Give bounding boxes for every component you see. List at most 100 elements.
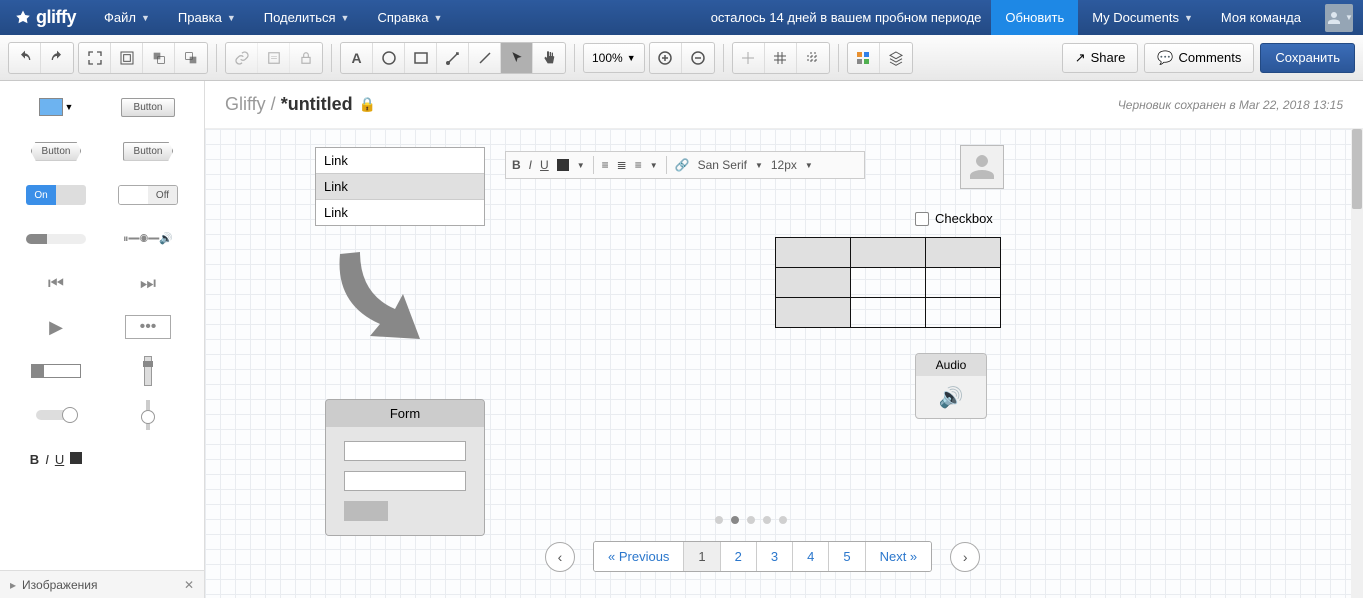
- front-button[interactable]: [143, 43, 175, 73]
- list-item[interactable]: Link: [316, 199, 484, 225]
- zoom-in-button[interactable]: [650, 43, 682, 73]
- canvas[interactable]: Link Link Link B I U ▼ ≡ ≣ ≡▼ 🔗 San Seri…: [205, 129, 1351, 598]
- align-icon[interactable]: ≡: [635, 158, 642, 172]
- shape-skip-back[interactable]: ⏮: [14, 267, 98, 299]
- bold-icon[interactable]: B: [512, 158, 521, 172]
- list-item[interactable]: Link: [316, 148, 484, 173]
- back-button[interactable]: [175, 43, 207, 73]
- shape-table[interactable]: [775, 237, 1001, 328]
- shape-skip-fwd[interactable]: ⏭: [106, 267, 190, 299]
- color-icon[interactable]: [557, 159, 569, 171]
- menu-team[interactable]: Моя команда: [1207, 0, 1315, 35]
- group-button[interactable]: [111, 43, 143, 73]
- form-button[interactable]: [344, 501, 388, 521]
- menu-mydocs[interactable]: My Documents▼: [1078, 0, 1207, 35]
- shape-button-2[interactable]: Button: [14, 135, 98, 167]
- grid-snap-button[interactable]: [733, 43, 765, 73]
- shape-vslider[interactable]: [106, 355, 190, 387]
- sidebar-section-images[interactable]: ▸ Изображения ✕: [0, 570, 204, 598]
- checkbox-box[interactable]: [915, 212, 929, 226]
- pager-page[interactable]: 4: [793, 542, 829, 571]
- shape-text-style[interactable]: BIU: [14, 443, 98, 475]
- user-avatar[interactable]: ▼: [1325, 4, 1353, 32]
- pager-page[interactable]: 2: [721, 542, 757, 571]
- line-tool[interactable]: [469, 43, 501, 73]
- pan-tool[interactable]: [533, 43, 565, 73]
- update-button[interactable]: Обновить: [991, 0, 1078, 35]
- menu-share[interactable]: Поделиться▼: [250, 0, 364, 35]
- vertical-scrollbar[interactable]: [1351, 129, 1363, 598]
- save-button[interactable]: Сохранить: [1260, 43, 1355, 73]
- shape-link-list[interactable]: Link Link Link: [315, 147, 485, 226]
- shape-field[interactable]: [14, 355, 98, 387]
- connector-tool[interactable]: [437, 43, 469, 73]
- size-select[interactable]: 12px: [771, 158, 797, 172]
- shape-carousel-dots[interactable]: [715, 516, 787, 524]
- shape-vslider-2[interactable]: [106, 399, 190, 431]
- shape-avatar[interactable]: [960, 145, 1004, 189]
- shape-button-3[interactable]: Button: [106, 135, 190, 167]
- trial-text: осталось 14 дней в вашем пробном периоде: [701, 10, 992, 25]
- shape-toggle-on[interactable]: On: [14, 179, 98, 211]
- font-select[interactable]: San Serif: [698, 158, 747, 172]
- shape-rtf-toolbar[interactable]: B I U ▼ ≡ ≣ ≡▼ 🔗 San Serif▼ 12px▼: [505, 151, 865, 179]
- undo-button[interactable]: [9, 43, 41, 73]
- guides-button[interactable]: [797, 43, 829, 73]
- shape-progress[interactable]: [14, 223, 98, 255]
- form-input[interactable]: [344, 471, 466, 491]
- theme-button[interactable]: [848, 43, 880, 73]
- shape-color-swatch[interactable]: ▼: [14, 91, 98, 123]
- pager-prev[interactable]: « Previous: [594, 542, 684, 571]
- canvas-wrap: Gliffy / *untitled 🔒 Черновик сохранен в…: [205, 81, 1363, 598]
- shape-slider-media[interactable]: ⏸━◉━🔊: [106, 223, 190, 255]
- zoom-out-button[interactable]: [682, 43, 714, 73]
- ellipse-tool[interactable]: [373, 43, 405, 73]
- comments-button[interactable]: 💬Comments: [1144, 43, 1254, 73]
- menu-help[interactable]: Справка▼: [363, 0, 456, 35]
- underline-icon[interactable]: U: [540, 158, 549, 172]
- menu-edit[interactable]: Правка▼: [164, 0, 250, 35]
- italic-icon[interactable]: I: [529, 158, 532, 172]
- list-ol-icon[interactable]: ≣: [617, 158, 627, 172]
- shape-audio[interactable]: Audio 🔊: [915, 353, 987, 419]
- shape-arrow[interactable]: [325, 244, 435, 359]
- shape-switch[interactable]: [14, 399, 98, 431]
- next-circle-button[interactable]: ›: [950, 542, 980, 572]
- pager-page[interactable]: 1: [684, 542, 720, 571]
- rect-tool[interactable]: [405, 43, 437, 73]
- pager-page[interactable]: 3: [757, 542, 793, 571]
- layers-button[interactable]: [880, 43, 912, 73]
- shape-button-1[interactable]: Button: [106, 91, 190, 123]
- list-item[interactable]: Link: [316, 173, 484, 199]
- doc-title[interactable]: *untitled: [281, 94, 353, 114]
- share-button[interactable]: ↗Share: [1062, 43, 1139, 73]
- shape-play[interactable]: ▶: [14, 311, 98, 343]
- zoom-select[interactable]: 100%▼: [583, 43, 645, 73]
- pager-page[interactable]: 5: [829, 542, 865, 571]
- pager-next[interactable]: Next »: [866, 542, 932, 571]
- layers-icon: [888, 50, 904, 66]
- shape-form[interactable]: Form: [325, 399, 485, 536]
- link-icon[interactable]: 🔗: [675, 158, 690, 172]
- prev-circle-button[interactable]: ‹: [545, 542, 575, 572]
- grid-icon: [772, 50, 788, 66]
- shapes-sidebar: ▼ Button Button Button On Off ⏸━◉━🔊 ⏮ ⏭ …: [0, 81, 205, 598]
- shape-toggle-off[interactable]: Off: [106, 179, 190, 211]
- lock-icon[interactable]: 🔒: [359, 96, 376, 113]
- menu-file[interactable]: Файл▼: [90, 0, 164, 35]
- form-input[interactable]: [344, 441, 466, 461]
- text-tool[interactable]: A: [341, 43, 373, 73]
- close-icon[interactable]: ✕: [184, 578, 194, 592]
- list-ul-icon[interactable]: ≡: [602, 158, 609, 172]
- grid-button[interactable]: [765, 43, 797, 73]
- redo-button[interactable]: [41, 43, 73, 73]
- share-icon: ↗: [1075, 50, 1086, 66]
- user-icon: [1325, 9, 1343, 27]
- shape-more[interactable]: •••: [106, 311, 190, 343]
- pointer-tool[interactable]: [501, 43, 533, 73]
- shape-pager[interactable]: ‹ « Previous 1 2 3 4 5 Next » ›: [545, 541, 980, 572]
- logo[interactable]: gliffy: [0, 7, 90, 28]
- fit-button[interactable]: [79, 43, 111, 73]
- shape-checkbox[interactable]: Checkbox: [915, 211, 993, 226]
- text-icon: A: [351, 50, 361, 66]
